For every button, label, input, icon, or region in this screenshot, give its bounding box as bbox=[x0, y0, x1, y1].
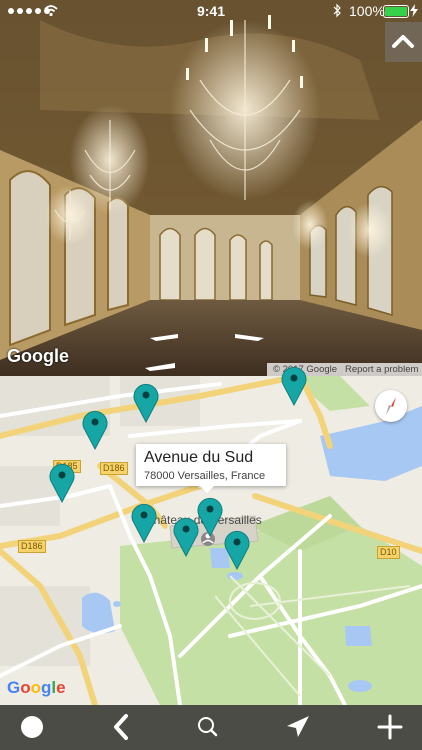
map-pin[interactable] bbox=[82, 410, 108, 450]
battery-percent: 100% bbox=[349, 3, 385, 19]
compass-icon bbox=[386, 397, 396, 415]
road-label-d186-north: D186 bbox=[100, 462, 128, 475]
location-arrow-icon bbox=[287, 716, 309, 737]
map-pin[interactable] bbox=[224, 530, 250, 570]
location-callout[interactable]: Avenue du Sud 78000 Versailles, France bbox=[136, 444, 286, 493]
logo-letter: o bbox=[30, 678, 42, 697]
map-pin[interactable] bbox=[173, 517, 199, 557]
back-button[interactable] bbox=[96, 705, 146, 750]
map-pin[interactable] bbox=[49, 463, 75, 503]
map-pin[interactable] bbox=[281, 366, 307, 406]
add-icon bbox=[377, 714, 403, 740]
map-view[interactable]: D185 D186 D186 D10 Château de Versailles bbox=[0, 376, 422, 705]
bluetooth-icon bbox=[333, 3, 341, 18]
report-problem-link[interactable]: Report a problem bbox=[345, 364, 418, 375]
google-logo: Google bbox=[7, 346, 69, 366]
circle-icon bbox=[21, 716, 43, 738]
map-background bbox=[0, 376, 422, 705]
logo-letter: e bbox=[56, 678, 66, 697]
search-button[interactable] bbox=[183, 705, 233, 750]
compass-button[interactable] bbox=[375, 390, 407, 422]
logo-letter: G bbox=[7, 678, 21, 697]
add-button[interactable] bbox=[364, 705, 414, 750]
road-label-d186-west: D186 bbox=[18, 540, 46, 553]
search-icon bbox=[198, 717, 218, 737]
record-button[interactable] bbox=[7, 705, 57, 750]
collapse-panorama-button[interactable] bbox=[385, 22, 422, 62]
callout-subtitle: 78000 Versailles, France bbox=[144, 470, 266, 482]
battery-icon bbox=[383, 5, 409, 18]
map-pin[interactable] bbox=[131, 503, 157, 543]
bottom-toolbar bbox=[0, 705, 422, 750]
google-map-logo: Google bbox=[7, 678, 66, 698]
map-pin-selected[interactable] bbox=[197, 497, 223, 537]
hall-of-mirrors-image bbox=[0, 0, 422, 376]
callout-title: Avenue du Sud bbox=[144, 449, 254, 466]
logo-letter: g bbox=[41, 678, 52, 697]
chevron-up-icon bbox=[392, 35, 414, 48]
map-pin[interactable] bbox=[133, 383, 159, 423]
road-label-d10: D10 bbox=[377, 546, 400, 559]
logo-letter: o bbox=[20, 678, 31, 697]
charging-icon bbox=[410, 4, 418, 17]
street-view-panorama[interactable]: Google © 2017 Google Report a problem bbox=[0, 0, 422, 376]
locate-me-button[interactable] bbox=[272, 705, 322, 750]
status-bar: 9:41 100% bbox=[0, 0, 422, 22]
back-chevron-icon bbox=[114, 714, 128, 740]
